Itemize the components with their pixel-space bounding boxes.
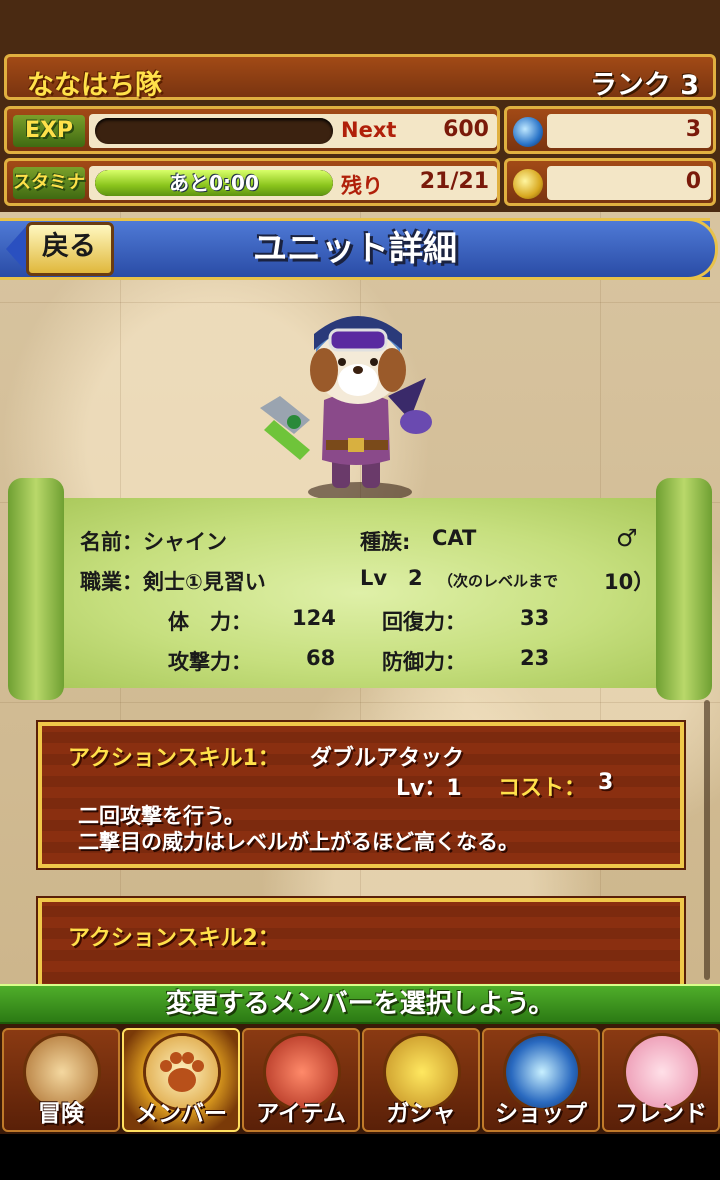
unit-character-sprite <box>260 316 432 502</box>
exp-next-label: Next <box>341 118 397 142</box>
orb-count: 3 <box>685 117 701 142</box>
unit-name: 名前：シャイン <box>80 530 227 554</box>
unit-info-scroll: 名前：シャイン 種族: CAT ♂ 職業：剣士①見習い Lv 2 （次のレベルま… <box>0 478 720 700</box>
skill-1-cost-value: 3 <box>598 770 614 795</box>
team-bar: ななはち隊 ランク 3 <box>4 54 716 101</box>
exp-row: EXP Next 600 <box>4 106 500 154</box>
exp-next-value: 600 <box>443 117 489 142</box>
scrollbar[interactable] <box>704 700 710 980</box>
nav-member[interactable]: メンバー <box>122 1028 240 1132</box>
nav-shop-label: ショップ <box>495 1101 587 1127</box>
instruction-text: 変更するメンバーを選択しよう。 <box>165 989 555 1019</box>
stat-attack-label: 攻撃力： <box>168 650 252 674</box>
exp-bar <box>95 118 333 144</box>
unit-race-label: 種族: <box>360 530 411 554</box>
team-name: ななはち隊 <box>27 70 162 101</box>
player-rank: ランク 3 <box>589 70 699 101</box>
stat-hp-value: 124 <box>292 606 336 630</box>
nav-friend[interactable]: フレンド <box>602 1028 720 1132</box>
blue-orb-icon <box>513 117 543 147</box>
stat-defense-value: 23 <box>520 646 550 670</box>
skill-1-level: Lv：1 <box>396 776 462 801</box>
stamina-row: スタミナ あと0:00 残り 21/21 <box>4 158 500 206</box>
skill-1-title: アクションスキル1： <box>68 746 280 771</box>
skill-1-desc-line-2: 二撃目の威力はレベルが上がるほど高くなる。 <box>78 830 519 854</box>
instruction-bar: 変更するメンバーを選択しよう。 <box>0 984 720 1024</box>
back-button[interactable]: 戻る <box>6 222 116 276</box>
gold-coin-icon <box>513 169 543 199</box>
stat-defense-label: 防御力： <box>382 650 466 674</box>
unit-race: CAT <box>432 526 477 550</box>
screen-bottom-bezel <box>0 1134 720 1180</box>
next-level-value: 10） <box>604 570 655 594</box>
nav-adventure[interactable]: 冒険 <box>2 1028 120 1132</box>
orb-currency: 3 <box>504 106 716 154</box>
nav-friend-label: フレンド <box>615 1101 707 1127</box>
unit-level: 2 <box>408 566 423 590</box>
stat-recovery-label: 回復力： <box>382 610 466 634</box>
nav-shop[interactable]: ショップ <box>482 1028 600 1132</box>
skill-2-title: アクションスキル2： <box>68 926 280 951</box>
coin-currency: 0 <box>504 158 716 206</box>
nav-item[interactable]: アイテム <box>242 1028 360 1132</box>
scroll-roll-right <box>656 478 712 700</box>
coin-count-box: 0 <box>547 166 711 200</box>
coin-count: 0 <box>685 169 701 194</box>
action-skill-1-panel[interactable]: アクションスキル1： ダブルアタック Lv：1 コスト： 3 二回攻撃を行う。 … <box>38 722 684 868</box>
stat-hp-label: 体 力： <box>168 610 252 634</box>
stamina-label: スタミナ <box>13 167 85 199</box>
skill-1-name: ダブルアタック <box>310 746 465 771</box>
stamina-bar: あと0:00 <box>95 170 333 196</box>
nav-item-label: アイテム <box>256 1101 346 1127</box>
stat-attack-value: 68 <box>306 646 336 670</box>
back-button-label: 戻る <box>42 231 96 262</box>
stamina-timer: あと0:00 <box>169 171 259 195</box>
bottom-nav: 冒険 メンバー アイテム ガシャ ショップ フレンド <box>0 1024 720 1134</box>
stamina-remaining-label: 残り <box>341 174 383 198</box>
scroll-roll-left <box>8 478 64 700</box>
stamina-value: 21/21 <box>419 169 489 194</box>
unit-job: 職業：剣士①見習い <box>80 570 266 594</box>
gender-icon: ♂ <box>616 524 638 552</box>
action-skill-2-panel[interactable]: アクションスキル2： <box>38 898 684 998</box>
orb-count-box: 3 <box>547 114 711 148</box>
stat-recovery-value: 33 <box>520 606 550 630</box>
exp-label: EXP <box>13 115 85 147</box>
nav-adventure-label: 冒険 <box>38 1101 84 1127</box>
unit-level-label: Lv <box>360 566 388 590</box>
nav-gacha-label: ガシャ <box>386 1101 456 1127</box>
nav-gacha[interactable]: ガシャ <box>362 1028 480 1132</box>
next-level-label: （次のレベルまで <box>438 572 559 590</box>
exp-box: Next 600 <box>89 114 497 148</box>
nav-member-label: メンバー <box>135 1101 227 1127</box>
stamina-box: あと0:00 残り 21/21 <box>89 166 497 200</box>
skill-1-cost-label: コスト： <box>498 776 587 801</box>
